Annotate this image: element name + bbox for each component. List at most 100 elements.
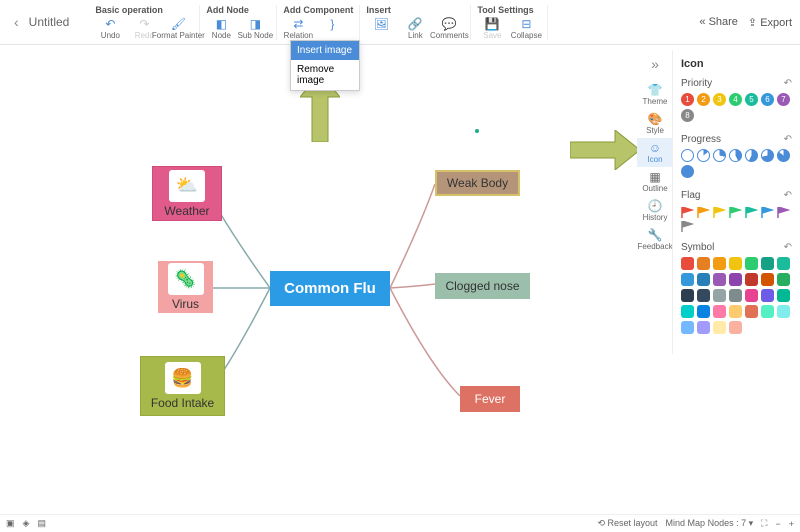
symbol-swatch[interactable] bbox=[761, 305, 774, 318]
priority-swatch[interactable]: 7 bbox=[777, 93, 790, 106]
fit-icon[interactable]: ⛶ bbox=[761, 518, 767, 529]
reset-layout-button[interactable]: ⟲ Reset layout bbox=[597, 518, 657, 529]
node-clogged[interactable]: Clogged nose bbox=[435, 273, 530, 299]
priority-swatch[interactable]: 8 bbox=[681, 109, 694, 122]
flag-reset-icon[interactable]: ↶ bbox=[784, 190, 792, 201]
flag-swatch[interactable] bbox=[729, 205, 742, 216]
node-food[interactable]: 🍔 Food Intake bbox=[140, 356, 225, 416]
symbol-swatch[interactable] bbox=[681, 321, 694, 334]
symbol-swatch[interactable] bbox=[713, 257, 726, 270]
sidebar-item-style[interactable]: 🎨Style bbox=[637, 109, 672, 138]
node-virus[interactable]: 🦠 Virus bbox=[158, 261, 213, 313]
symbol-swatch[interactable] bbox=[729, 289, 742, 302]
flag-swatch[interactable] bbox=[777, 205, 790, 216]
view-icon-1[interactable]: ▣ bbox=[6, 518, 15, 529]
symbol-swatch[interactable] bbox=[697, 273, 710, 286]
node-weak[interactable]: Weak Body bbox=[435, 170, 520, 196]
weather-image-icon: ⛅ bbox=[169, 170, 205, 202]
symbol-swatch[interactable] bbox=[745, 257, 758, 270]
flag-swatch[interactable] bbox=[713, 205, 726, 216]
image-button[interactable]: 🖼 bbox=[366, 17, 396, 40]
node-weather[interactable]: ⛅ Weather bbox=[152, 166, 222, 221]
progress-swatch[interactable] bbox=[681, 165, 694, 178]
priority-swatch[interactable]: 2 bbox=[697, 93, 710, 106]
node-central[interactable]: Common Flu bbox=[270, 271, 390, 306]
symbol-swatch[interactable] bbox=[681, 289, 694, 302]
remove-image-option[interactable]: Remove image bbox=[291, 60, 359, 90]
summary-button[interactable]: } bbox=[317, 17, 347, 40]
comments-button[interactable]: 💬Comments bbox=[434, 17, 464, 40]
view-icon-2[interactable]: ◈ bbox=[23, 518, 30, 529]
node-button[interactable]: ◧Node bbox=[206, 17, 236, 40]
sub-node-button[interactable]: ◨Sub Node bbox=[240, 17, 270, 40]
symbol-swatch[interactable] bbox=[745, 289, 758, 302]
symbol-swatch[interactable] bbox=[681, 257, 694, 270]
symbol-swatch[interactable] bbox=[729, 257, 742, 270]
document-title[interactable]: Untitled bbox=[29, 15, 70, 29]
progress-swatch[interactable] bbox=[697, 149, 710, 162]
symbol-swatch[interactable] bbox=[681, 305, 694, 318]
view-icon-3[interactable]: ▤ bbox=[37, 518, 46, 529]
sidebar-item-outline[interactable]: ▦Outline bbox=[637, 167, 672, 196]
symbol-swatch[interactable] bbox=[697, 305, 710, 318]
priority-swatch[interactable]: 4 bbox=[729, 93, 742, 106]
symbol-swatch[interactable] bbox=[713, 289, 726, 302]
relation-button[interactable]: ⇄Relation bbox=[283, 17, 313, 40]
symbol-swatch[interactable] bbox=[713, 321, 726, 334]
sidebar-item-icon[interactable]: ☺Icon bbox=[637, 138, 672, 167]
symbol-swatch[interactable] bbox=[697, 321, 710, 334]
symbol-swatch[interactable] bbox=[729, 321, 742, 334]
symbol-swatch[interactable] bbox=[761, 289, 774, 302]
symbol-swatch[interactable] bbox=[761, 257, 774, 270]
format-painter-button[interactable]: 🖌Format Painter bbox=[163, 17, 193, 40]
status-bar: ▣ ◈ ▤ ⟲ Reset layout Mind Map Nodes : 7 … bbox=[0, 514, 800, 532]
link-button[interactable]: 🔗Link bbox=[400, 17, 430, 40]
collapse-panel-icon[interactable]: » bbox=[651, 56, 659, 72]
symbol-swatch[interactable] bbox=[777, 289, 790, 302]
symbol-swatch[interactable] bbox=[777, 273, 790, 286]
collapse-button[interactable]: ⊟Collapse bbox=[511, 17, 541, 40]
progress-swatch[interactable] bbox=[761, 149, 774, 162]
flag-swatch[interactable] bbox=[681, 205, 694, 216]
symbol-swatch[interactable] bbox=[745, 273, 758, 286]
symbol-swatch[interactable] bbox=[777, 257, 790, 270]
progress-swatch[interactable] bbox=[681, 149, 694, 162]
priority-swatch[interactable]: 6 bbox=[761, 93, 774, 106]
priority-swatch[interactable]: 1 bbox=[681, 93, 694, 106]
progress-swatch[interactable] bbox=[729, 149, 742, 162]
sidebar-item-feedback[interactable]: 🔧Feedback bbox=[637, 225, 672, 254]
symbol-swatch[interactable] bbox=[729, 305, 742, 318]
progress-reset-icon[interactable]: ↶ bbox=[784, 134, 792, 145]
undo-button[interactable]: ↶Undo bbox=[95, 17, 125, 40]
mindmap-canvas[interactable]: Common Flu ⛅ Weather 🦠 Virus 🍔 Food Inta… bbox=[0, 46, 640, 512]
symbol-swatch[interactable] bbox=[713, 305, 726, 318]
zoom-in-button[interactable]: + bbox=[789, 519, 794, 529]
symbol-swatch[interactable] bbox=[697, 257, 710, 270]
symbol-swatch[interactable] bbox=[713, 273, 726, 286]
symbol-reset-icon[interactable]: ↶ bbox=[784, 242, 792, 253]
node-fever[interactable]: Fever bbox=[460, 386, 520, 412]
insert-image-option[interactable]: Insert image bbox=[291, 41, 359, 60]
symbol-swatch[interactable] bbox=[697, 289, 710, 302]
sidebar-item-history[interactable]: 🕘History bbox=[637, 196, 672, 225]
priority-reset-icon[interactable]: ↶ bbox=[784, 78, 792, 89]
back-button[interactable]: ‹ bbox=[8, 14, 25, 30]
symbol-swatch[interactable] bbox=[681, 273, 694, 286]
symbol-swatch[interactable] bbox=[729, 273, 742, 286]
symbol-swatch[interactable] bbox=[777, 305, 790, 318]
progress-swatch[interactable] bbox=[745, 149, 758, 162]
flag-swatch[interactable] bbox=[681, 219, 694, 230]
symbol-swatch[interactable] bbox=[761, 273, 774, 286]
priority-swatch[interactable]: 5 bbox=[745, 93, 758, 106]
progress-swatch[interactable] bbox=[713, 149, 726, 162]
priority-swatch[interactable]: 3 bbox=[713, 93, 726, 106]
symbol-swatch[interactable] bbox=[745, 305, 758, 318]
zoom-out-button[interactable]: − bbox=[775, 519, 780, 529]
export-button[interactable]: ⇪ Export bbox=[748, 16, 792, 29]
sidebar-item-theme[interactable]: 👕Theme bbox=[637, 80, 672, 109]
flag-swatch[interactable] bbox=[745, 205, 758, 216]
flag-swatch[interactable] bbox=[761, 205, 774, 216]
flag-swatch[interactable] bbox=[697, 205, 710, 216]
share-button[interactable]: « Share bbox=[699, 16, 738, 28]
progress-swatch[interactable] bbox=[777, 149, 790, 162]
